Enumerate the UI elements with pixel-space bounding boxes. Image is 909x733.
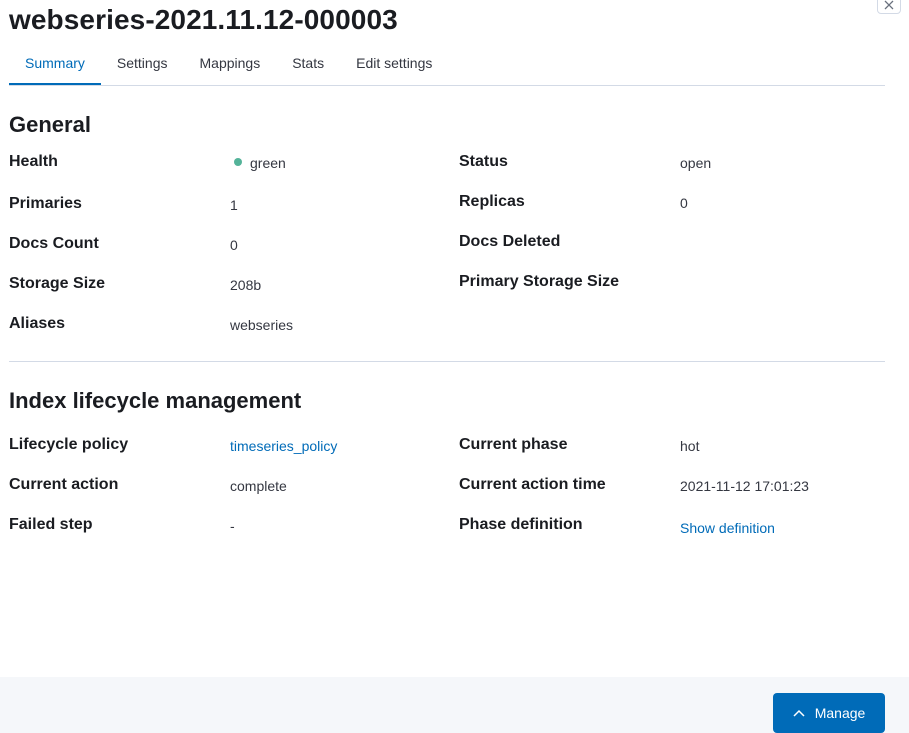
close-button[interactable] bbox=[877, 0, 901, 14]
docs-deleted-label: Docs Deleted bbox=[459, 233, 561, 250]
current-phase-label: Current phase bbox=[459, 436, 568, 453]
tab-summary[interactable]: Summary bbox=[9, 40, 101, 85]
primary-storage-size-label: Primary Storage Size bbox=[459, 273, 620, 290]
show-definition-link[interactable]: Show definition bbox=[680, 520, 775, 536]
docs-count-label: Docs Count bbox=[9, 235, 99, 252]
health-label: Health bbox=[9, 153, 58, 170]
page-title: webseries-2021.11.12-000003 bbox=[9, 4, 398, 35]
tab-bar: Summary Settings Mappings Stats Edit set… bbox=[9, 40, 885, 86]
general-section-title: General bbox=[9, 112, 91, 137]
status-value: open bbox=[680, 155, 712, 171]
primaries-value: 1 bbox=[230, 197, 238, 213]
phase-definition-label: Phase definition bbox=[459, 516, 583, 533]
failed-step-value: - bbox=[230, 518, 235, 534]
tab-settings[interactable]: Settings bbox=[101, 40, 184, 85]
replicas-label: Replicas bbox=[459, 193, 525, 210]
docs-count-value: 0 bbox=[230, 237, 238, 253]
manage-button[interactable]: Manage bbox=[773, 693, 885, 733]
aliases-label: Aliases bbox=[9, 315, 66, 332]
section-divider bbox=[9, 361, 885, 362]
storage-size-value: 208b bbox=[230, 277, 262, 293]
replicas-value: 0 bbox=[680, 195, 688, 211]
primaries-label: Primaries bbox=[9, 195, 82, 212]
current-action-time-value: 2021-11-12 17:01:23 bbox=[680, 478, 809, 494]
current-phase-value: hot bbox=[680, 438, 700, 454]
tab-edit-settings[interactable]: Edit settings bbox=[340, 40, 448, 85]
close-icon bbox=[884, 0, 894, 10]
storage-size-label: Storage Size bbox=[9, 275, 106, 292]
health-value: green bbox=[234, 155, 286, 171]
ilm-section-title: Index lifecycle management bbox=[9, 388, 302, 413]
status-label: Status bbox=[459, 153, 508, 170]
health-status-dot-icon bbox=[234, 158, 242, 166]
manage-button-label: Manage bbox=[814, 705, 866, 721]
chevron-up-icon bbox=[793, 709, 805, 717]
lifecycle-policy-label: Lifecycle policy bbox=[9, 436, 129, 453]
tab-stats[interactable]: Stats bbox=[276, 40, 340, 85]
current-action-label: Current action bbox=[9, 476, 119, 493]
current-action-time-label: Current action time bbox=[459, 476, 606, 493]
lifecycle-policy-link[interactable]: timeseries_policy bbox=[230, 438, 337, 454]
tab-mappings[interactable]: Mappings bbox=[184, 40, 277, 85]
failed-step-label: Failed step bbox=[9, 516, 93, 533]
current-action-value: complete bbox=[230, 478, 287, 494]
health-text: green bbox=[250, 155, 286, 171]
aliases-value: webseries bbox=[230, 317, 294, 333]
